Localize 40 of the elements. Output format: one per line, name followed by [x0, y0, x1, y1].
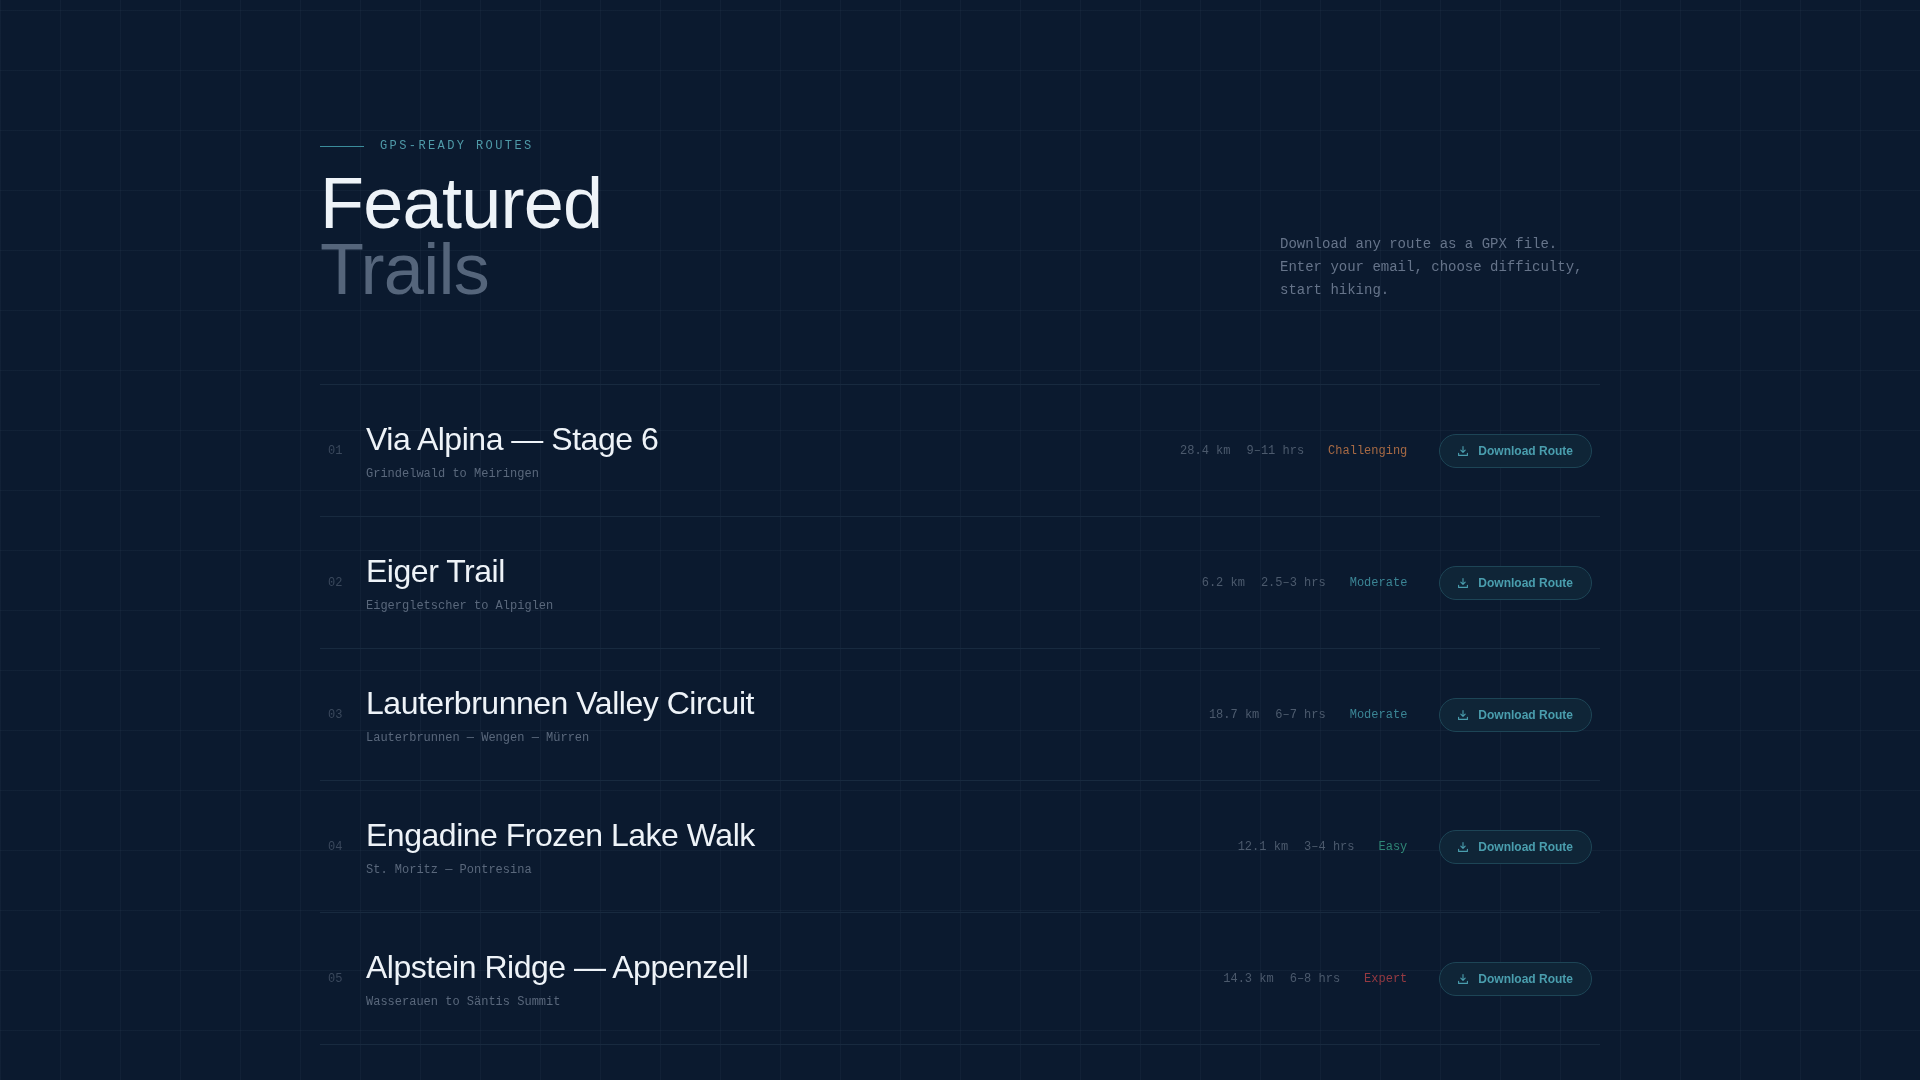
duration-text: 3–4 hrs	[1304, 838, 1355, 855]
distance-text: 28.4 km	[1180, 442, 1231, 459]
duration-text: 6–8 hrs	[1289, 970, 1341, 987]
distance-text: 18.7 km	[1208, 706, 1260, 723]
distance-text: 14.3 km	[1223, 970, 1274, 987]
trail-name: Engadine Frozen Lake Walk	[366, 816, 755, 855]
download-button[interactable]: Download Route	[1439, 565, 1592, 600]
route-text: Wasserauen to Säntis Summit	[366, 994, 561, 1010]
trail-name: Lauterbrunnen Valley Circuit	[366, 684, 754, 723]
eyebrow-label: GPS-READY ROUTES	[380, 138, 534, 154]
difficulty-label: Moderate	[1349, 574, 1408, 591]
download-button[interactable]: Download Route	[1439, 829, 1592, 864]
distance-text: 12.1 km	[1237, 838, 1289, 855]
difficulty-label: Challenging	[1328, 442, 1408, 459]
heading-text: Featured	[320, 170, 603, 236]
duration-text: 9–11 hrs	[1246, 442, 1305, 459]
duration-text: 2.5–3 hrs	[1260, 574, 1326, 591]
download-icon	[1458, 973, 1469, 984]
download-icon	[1458, 841, 1469, 852]
difficulty-label: Expert	[1364, 970, 1408, 987]
route-text: Lauterbrunnen — Wengen — Mürren	[366, 730, 590, 746]
trail-name: Eiger Trail	[366, 552, 505, 591]
trail-name: Via Alpina — Stage 6	[366, 420, 659, 459]
difficulty-label: Moderate	[1349, 706, 1408, 723]
download-button[interactable]: Download Route	[1439, 961, 1592, 996]
route-text: Grindelwald to Meiringen	[366, 466, 539, 482]
eyebrow-rule	[320, 145, 364, 147]
trail-name: Alpstein Ridge — Appenzell	[366, 948, 749, 987]
description-text: Download any route as a GPX file. Enter your email, choose difficulty, start hiking.	[1280, 235, 1584, 300]
heading-text: Trails	[320, 236, 489, 302]
download-icon	[1458, 709, 1469, 720]
download-button[interactable]: Download Route	[1439, 697, 1592, 732]
download-icon	[1458, 577, 1469, 588]
download-icon	[1458, 445, 1469, 456]
difficulty-label: Easy	[1378, 838, 1408, 855]
duration-text: 6–7 hrs	[1275, 706, 1326, 723]
distance-text: 6.2 km	[1201, 574, 1245, 591]
route-text: Eigergletscher to Alpiglen	[366, 598, 554, 614]
download-button[interactable]: Download Route	[1439, 433, 1592, 468]
route-text: St. Moritz — Pontresina	[366, 862, 532, 878]
